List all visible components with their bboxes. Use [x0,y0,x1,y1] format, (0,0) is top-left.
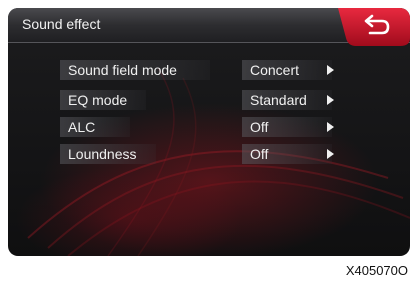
menu-item-eq-mode[interactable]: EQ mode Standard [56,90,346,110]
menu-item-value: Off [250,146,269,162]
chevron-right-icon[interactable] [327,122,334,132]
head-unit-screen: Sound effect Sound field mode Concert EQ… [8,8,410,256]
menu-item-label: Sound field mode [68,62,177,78]
menu-item-value: Standard [250,92,307,108]
menu-item-sound-field-mode[interactable]: Sound field mode Concert [56,60,346,80]
menu-item-value: Concert [250,62,300,78]
menu-item-label: Loundness [68,146,137,162]
menu-item-loudness[interactable]: Loundness Off [56,144,346,164]
menu-item-label: EQ mode [68,92,128,108]
page-title: Sound effect [22,16,101,32]
chevron-right-icon[interactable] [327,95,334,105]
chevron-right-icon[interactable] [327,65,334,75]
chevron-right-icon[interactable] [327,149,334,159]
menu-item-value: Off [250,119,269,135]
menu-item-label: ALC [68,119,96,135]
menu-item-alc[interactable]: ALC Off [56,117,346,137]
return-arrow-icon [338,8,410,46]
figure-code: X405070O [345,263,408,278]
back-button[interactable] [338,8,410,46]
title-bar: Sound effect [8,8,410,46]
